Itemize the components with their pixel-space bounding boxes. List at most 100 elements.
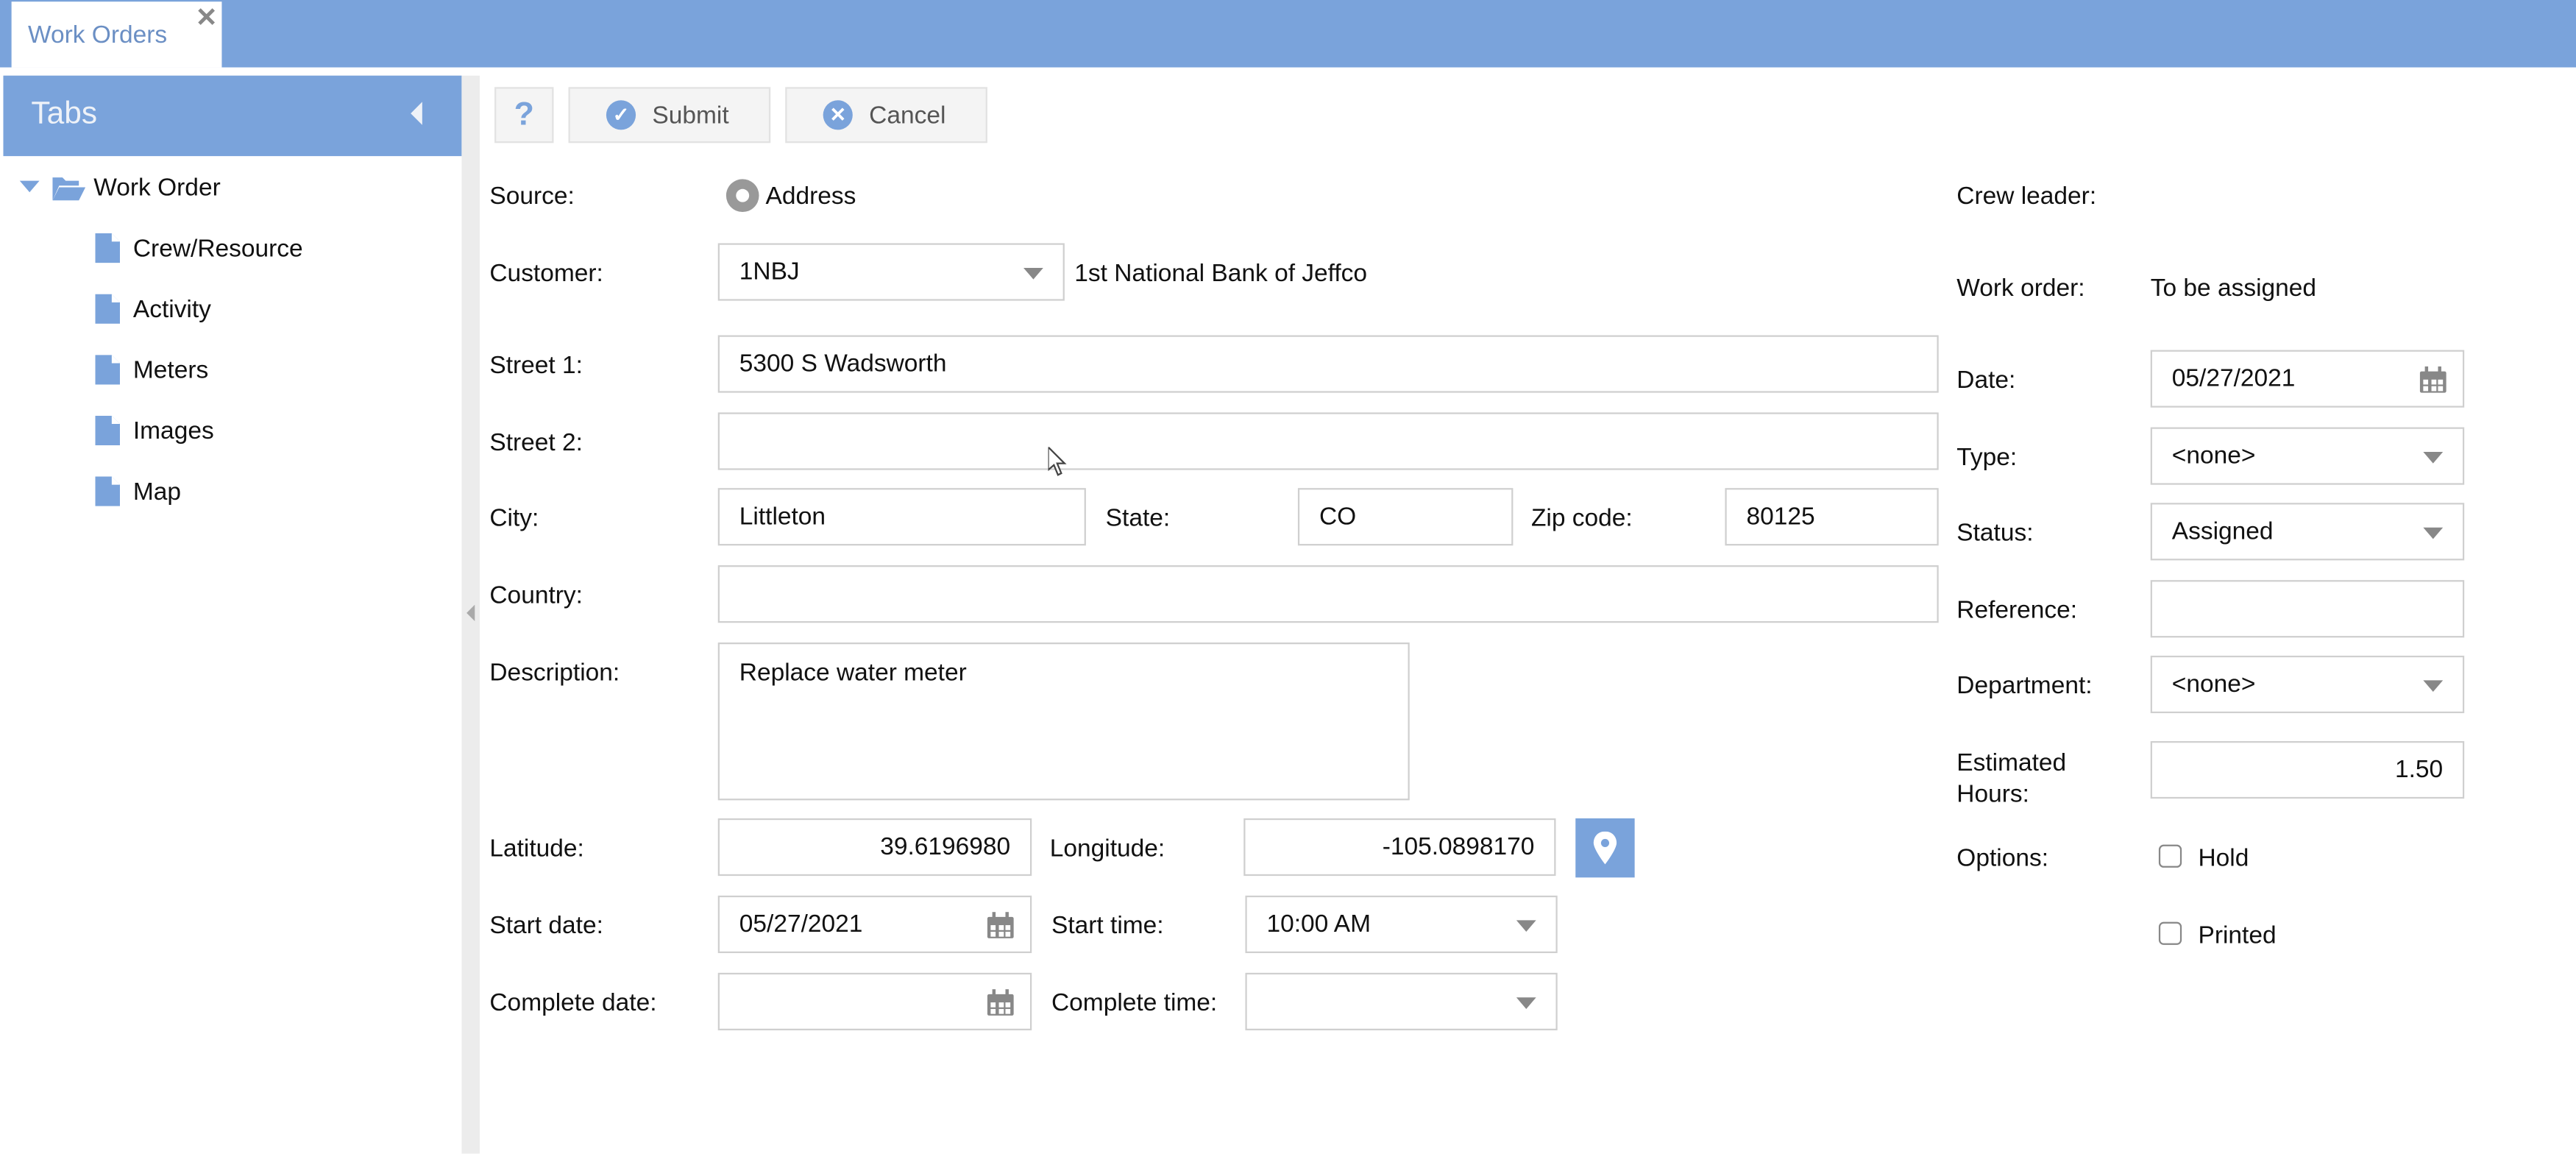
latitude-input[interactable]: 39.6196980 xyxy=(717,818,1032,877)
complete-time-select[interactable] xyxy=(1245,972,1558,1030)
date-input[interactable]: 05/27/2021 xyxy=(2150,350,2465,408)
caret-down-icon[interactable] xyxy=(19,180,40,193)
tree-item-label: Activity xyxy=(132,295,211,324)
zip-value: 80125 xyxy=(1746,503,1815,531)
chevron-down-icon xyxy=(2423,527,2444,539)
type-select[interactable]: <none> xyxy=(2150,427,2465,485)
folder-open-icon xyxy=(52,177,86,201)
x-circle-icon: ✕ xyxy=(823,100,853,130)
chevron-down-icon xyxy=(1516,920,1536,932)
customer-name: 1st National Bank of Jeffco xyxy=(1074,259,1368,288)
customer-value: 1NBJ xyxy=(739,258,800,286)
hold-checkbox[interactable] xyxy=(2158,844,2182,868)
caret-left-icon[interactable] xyxy=(466,604,475,621)
street1-value: 5300 S Wadsworth xyxy=(739,350,947,378)
date-label: Date: xyxy=(1956,366,2016,394)
file-icon xyxy=(95,476,120,506)
description-value: Replace water meter xyxy=(739,659,967,687)
department-value: <none> xyxy=(2171,670,2256,698)
street1-input[interactable]: 5300 S Wadsworth xyxy=(717,335,1939,393)
calendar-icon[interactable] xyxy=(2419,366,2447,393)
street2-input[interactable] xyxy=(717,412,1939,470)
submit-button[interactable]: ✓ Submit xyxy=(568,87,771,144)
cancel-label: Cancel xyxy=(869,101,946,130)
reference-input[interactable] xyxy=(2150,580,2465,638)
calendar-icon[interactable] xyxy=(987,912,1014,938)
latitude-value: 39.6196980 xyxy=(880,833,1011,861)
estimated-hours-label-line2: Hours: xyxy=(1956,780,2029,809)
source-label: Source: xyxy=(489,182,575,210)
city-input[interactable]: Littleton xyxy=(717,488,1086,546)
tree-item-label: Map xyxy=(132,478,182,506)
source-option-label: Address xyxy=(765,182,856,210)
status-value: Assigned xyxy=(2171,517,2274,546)
tree-item-label: Meters xyxy=(132,356,209,385)
start-date-value: 05/27/2021 xyxy=(739,910,863,938)
estimated-hours-label-line1: Estimated xyxy=(1956,749,2067,778)
type-value: <none> xyxy=(2171,442,2256,470)
latitude-label: Latitude: xyxy=(489,835,584,863)
type-label: Type: xyxy=(1956,443,2018,472)
complete-time-label: Complete time: xyxy=(1051,989,1218,1018)
longitude-input[interactable]: -105.0898170 xyxy=(1243,818,1556,877)
hold-label: Hold xyxy=(2198,844,2249,873)
map-pin-icon xyxy=(1593,831,1617,865)
country-input[interactable] xyxy=(717,565,1939,623)
locate-on-map-button[interactable] xyxy=(1575,818,1635,878)
zip-input[interactable]: 80125 xyxy=(1725,488,1939,546)
tree-item-work-order[interactable]: Work Order xyxy=(93,174,220,202)
tree-item-label: Images xyxy=(132,417,214,446)
state-label: State: xyxy=(1105,504,1171,533)
start-time-select[interactable]: 10:00 AM xyxy=(1245,895,1558,954)
printed-label: Printed xyxy=(2198,921,2277,950)
tree-item-label: Crew/Resource xyxy=(132,235,303,263)
chevron-down-icon xyxy=(1516,997,1536,1009)
state-value: CO xyxy=(1319,503,1357,531)
close-icon[interactable]: ✕ xyxy=(196,1,218,35)
submit-label: Submit xyxy=(652,101,729,130)
chevron-down-icon xyxy=(2423,452,2444,464)
start-date-label: Start date: xyxy=(489,912,603,941)
source-radio[interactable] xyxy=(725,179,759,213)
longitude-value: -105.0898170 xyxy=(1382,833,1535,861)
file-icon xyxy=(95,294,120,324)
start-date-input[interactable]: 05/27/2021 xyxy=(717,895,1032,954)
complete-date-label: Complete date: xyxy=(489,989,657,1018)
status-select[interactable]: Assigned xyxy=(2150,503,2465,561)
status-label: Status: xyxy=(1956,519,2034,548)
street2-label: Street 2: xyxy=(489,428,583,457)
work-order-value: To be assigned xyxy=(2150,274,2317,302)
calendar-icon[interactable] xyxy=(987,989,1014,1016)
department-select[interactable]: <none> xyxy=(2150,655,2465,714)
file-icon xyxy=(95,233,120,263)
customer-select[interactable]: 1NBJ xyxy=(717,243,1065,301)
estimated-hours-value: 1.50 xyxy=(2394,756,2444,785)
city-value: Littleton xyxy=(739,503,826,531)
start-time-value: 10:00 AM xyxy=(1266,910,1372,938)
options-label: Options: xyxy=(1956,844,2049,873)
help-button[interactable]: ? xyxy=(494,87,554,144)
date-value: 05/27/2021 xyxy=(2171,364,2296,393)
customer-label: Customer: xyxy=(489,259,603,288)
city-label: City: xyxy=(489,504,539,533)
country-label: Country: xyxy=(489,581,583,610)
file-icon xyxy=(95,355,120,385)
check-circle-icon: ✓ xyxy=(606,100,636,130)
description-label: Description: xyxy=(489,659,620,687)
printed-checkbox[interactable] xyxy=(2158,921,2182,945)
crew-leader-label: Crew leader: xyxy=(1956,182,2097,210)
complete-date-input[interactable] xyxy=(717,972,1032,1030)
department-label: Department: xyxy=(1956,672,2093,701)
state-input[interactable]: CO xyxy=(1297,488,1514,546)
street1-label: Street 1: xyxy=(489,351,583,380)
sidebar-header: Tabs xyxy=(3,75,462,157)
question-icon: ? xyxy=(514,96,534,132)
description-textarea[interactable]: Replace water meter xyxy=(717,643,1410,801)
tab-work-orders[interactable]: Work Orders ✕ xyxy=(11,1,222,68)
chevron-down-icon xyxy=(2423,680,2444,693)
reference-label: Reference: xyxy=(1956,596,2078,625)
estimated-hours-input[interactable]: 1.50 xyxy=(2150,740,2465,799)
cancel-button[interactable]: ✕ Cancel xyxy=(785,87,987,144)
tab-label: Work Orders xyxy=(27,21,168,49)
caret-left-icon[interactable] xyxy=(411,102,422,125)
